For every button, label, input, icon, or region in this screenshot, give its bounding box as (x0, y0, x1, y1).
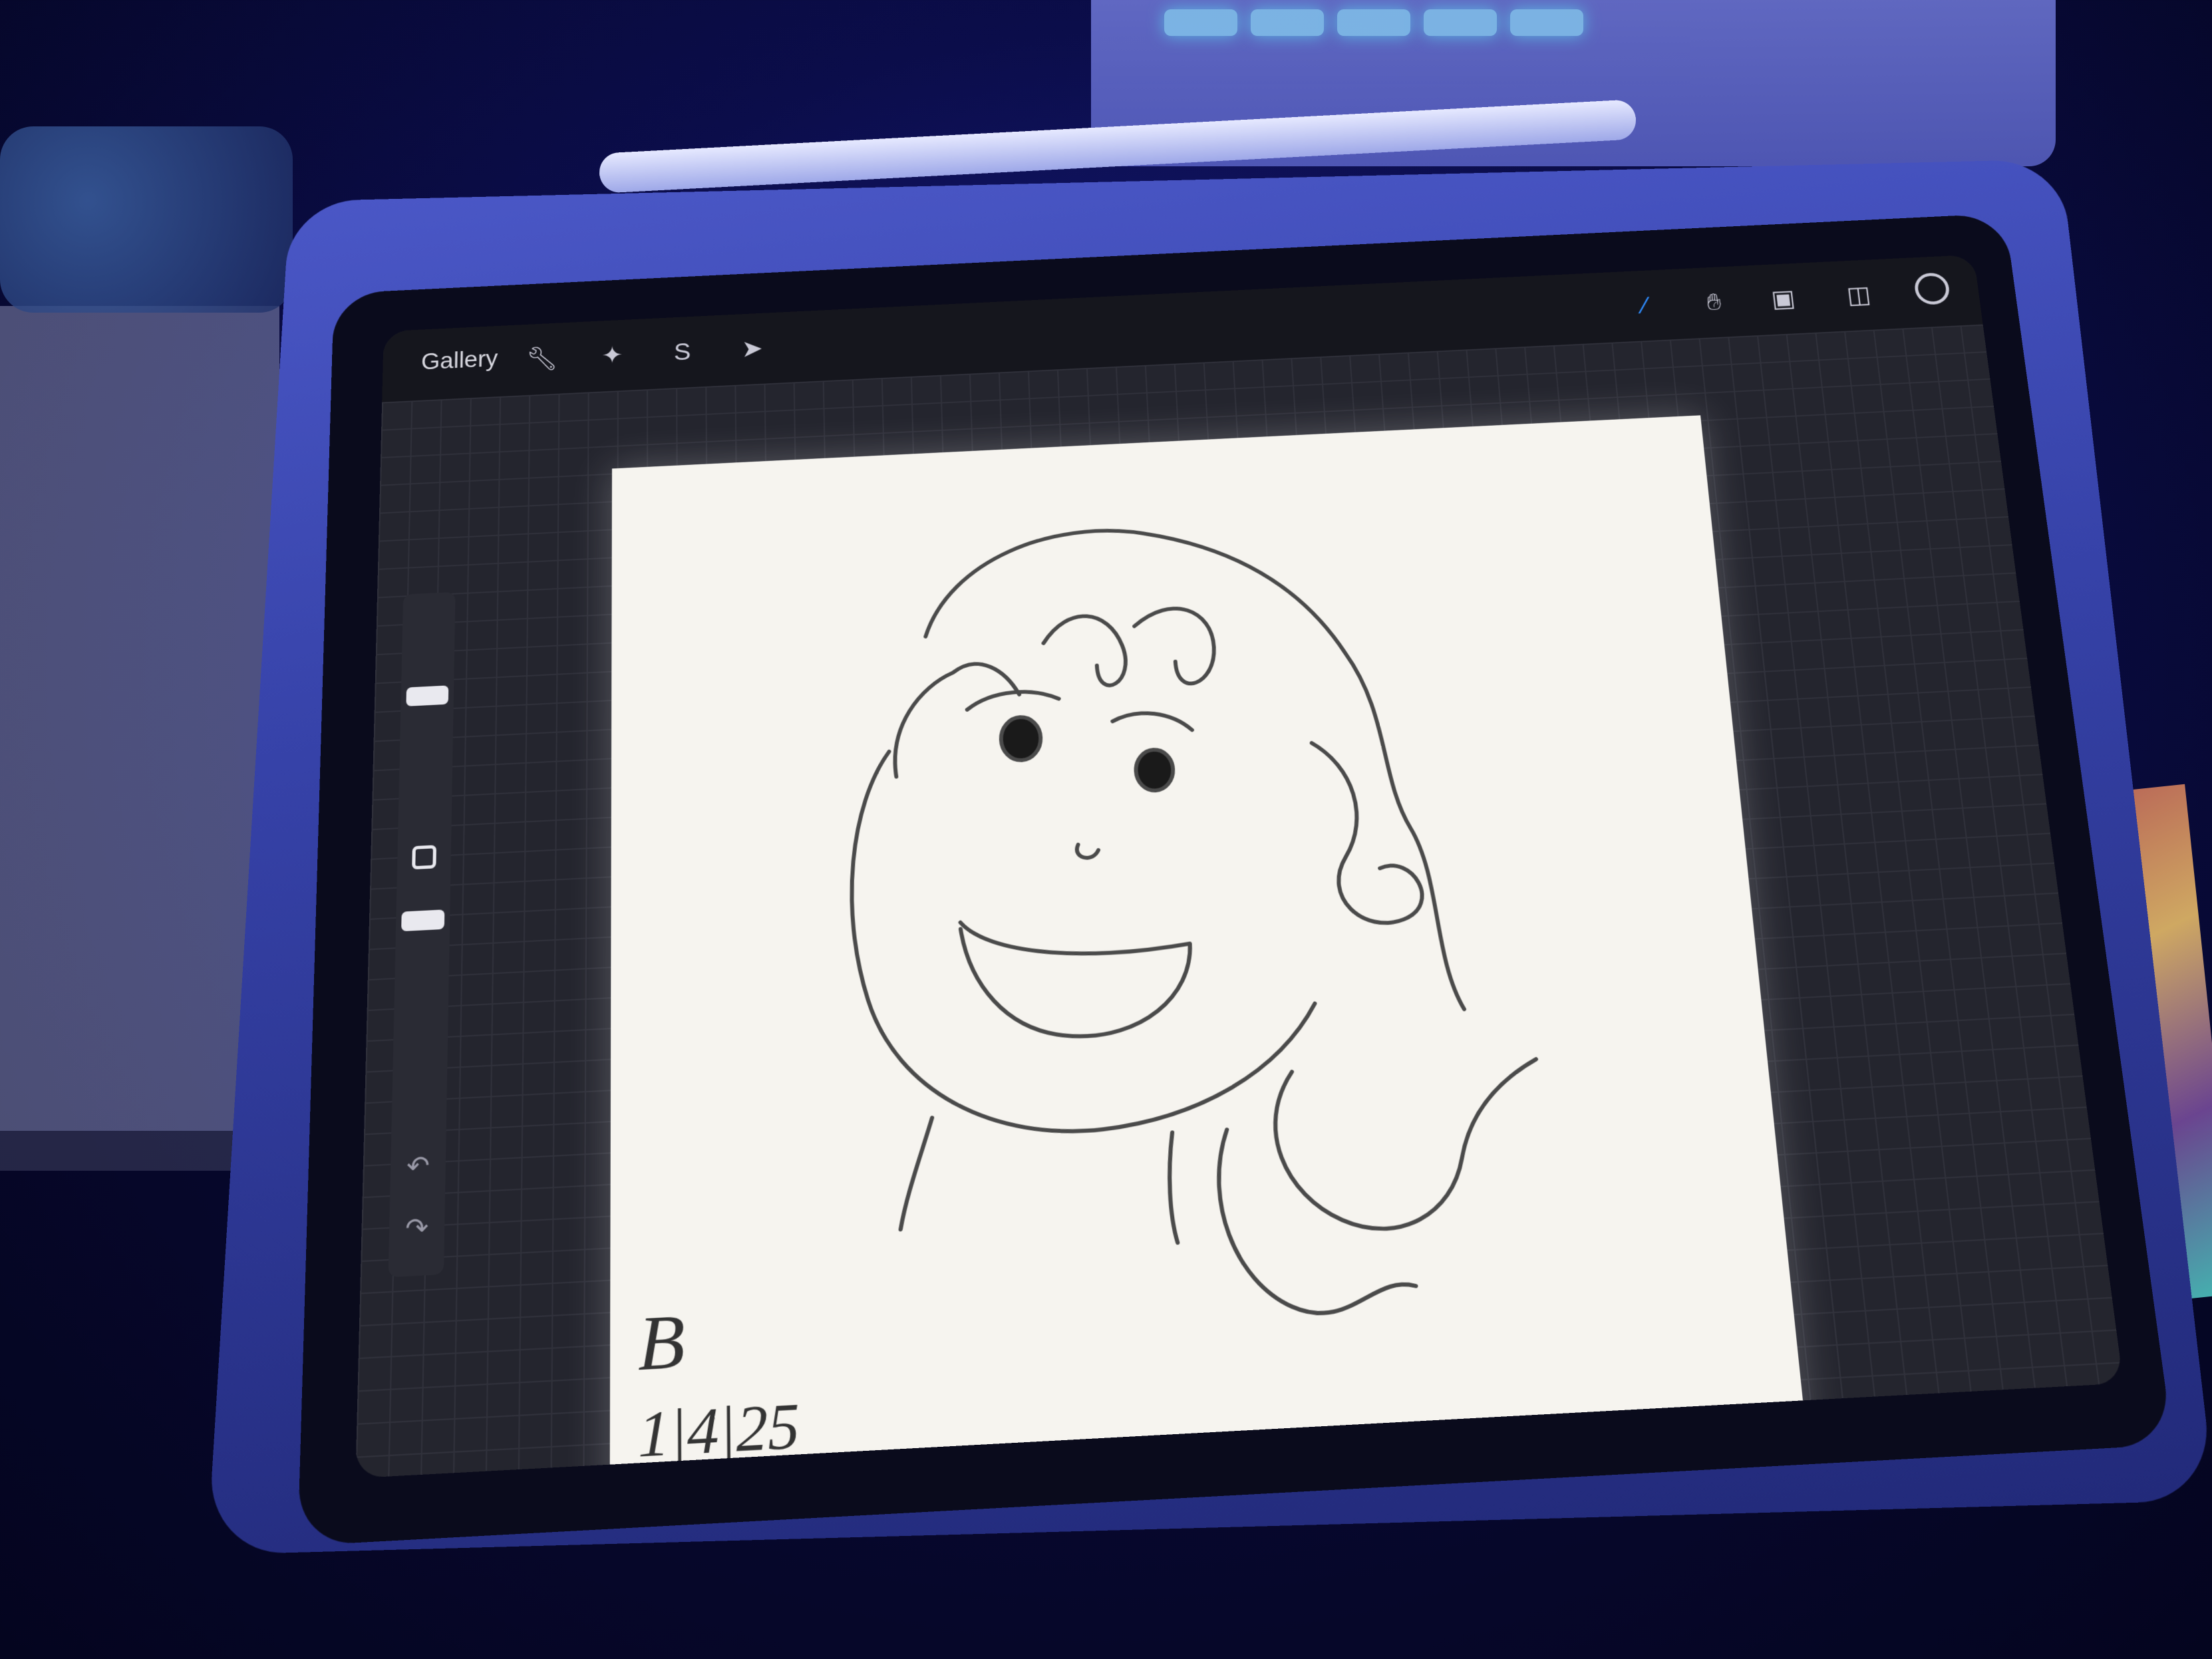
layers-icon[interactable]: ◫ (1838, 277, 1880, 313)
left-eyebrow (967, 690, 1059, 710)
nose (1077, 843, 1099, 858)
smudge-icon[interactable]: ✋︎ (1693, 284, 1734, 321)
procreate-screen: Gallery 🔧︎ ✦ S ➤ ∕ ✋︎ ▣ ◫ ↶ ↷ B 1|4|25 (355, 254, 2124, 1479)
left-eye (1001, 716, 1042, 762)
magic-wand-icon[interactable]: ✦ (593, 337, 631, 375)
transform-arrow-icon[interactable]: ➤ (733, 331, 772, 368)
side-toolbar: ↶ ↷ (388, 591, 456, 1278)
wrench-icon[interactable]: 🔧︎ (523, 341, 561, 378)
pencil-pouch (0, 126, 293, 313)
redo-icon[interactable]: ↷ (401, 1213, 432, 1245)
hair-top (923, 515, 1464, 1036)
color-picker-icon[interactable] (1913, 272, 1951, 305)
right-eye (1135, 749, 1174, 792)
hair-left (893, 662, 1022, 777)
drawing-canvas[interactable]: B 1|4|25 (609, 415, 1810, 1479)
right-eyebrow (1112, 711, 1192, 734)
undo-icon[interactable]: ↶ (402, 1151, 433, 1183)
neck-right (1167, 1133, 1178, 1243)
hair-curls-2 (1134, 607, 1216, 686)
gallery-button[interactable]: Gallery (421, 347, 498, 376)
smile (961, 911, 1195, 1042)
signature-initial: B (638, 1298, 685, 1387)
face-outline (849, 731, 1322, 1143)
hair-right-waves (1312, 738, 1424, 927)
eraser-icon[interactable]: ▣ (1762, 281, 1804, 317)
neck-left (898, 1118, 935, 1229)
selection-s-icon[interactable]: S (663, 334, 702, 371)
hair-lower-2 (1216, 1120, 1418, 1318)
modify-button[interactable] (412, 845, 437, 870)
hair-lower (1272, 1059, 1549, 1234)
opacity-slider[interactable] (401, 909, 445, 932)
brush-size-slider[interactable] (406, 685, 449, 706)
sketch-drawing (609, 415, 1810, 1478)
brush-icon[interactable]: ∕ (1624, 287, 1665, 324)
hair-curls (1042, 614, 1126, 688)
workspace-grid: ↶ ↷ B 1|4|25 (355, 324, 2124, 1479)
